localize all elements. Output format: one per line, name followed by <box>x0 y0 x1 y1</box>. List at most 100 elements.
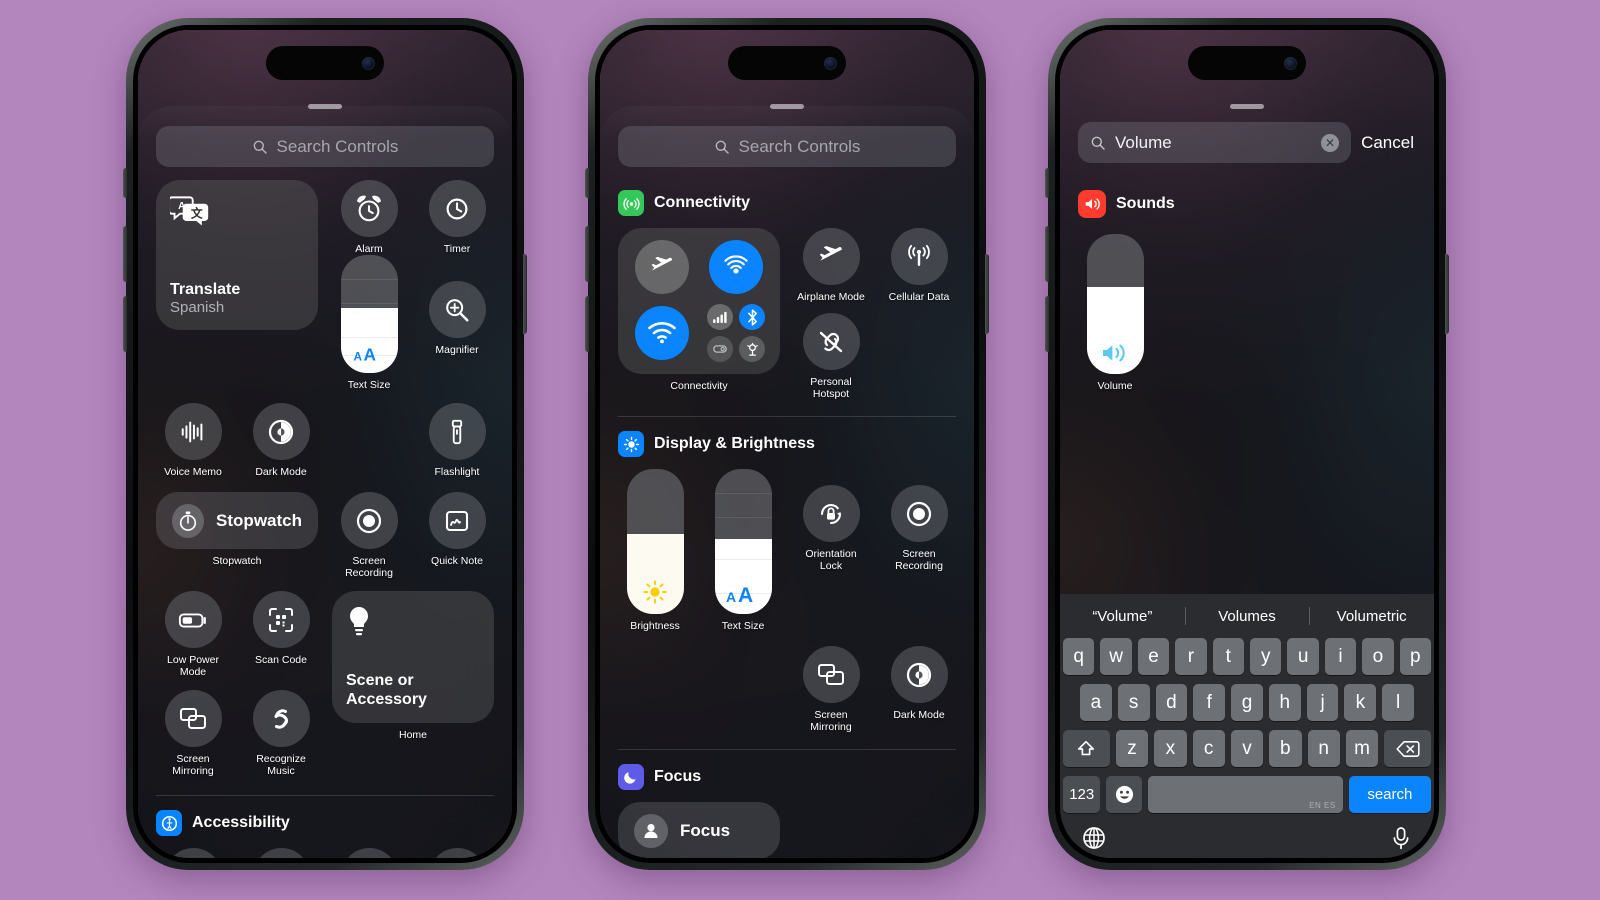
alarm-circle[interactable] <box>340 180 398 237</box>
control-connectivity-module[interactable]: Connectivity <box>618 228 780 392</box>
control-scan-code[interactable]: Scan Code <box>244 591 318 666</box>
key-e[interactable]: e <box>1137 638 1170 675</box>
key-p[interactable]: p <box>1399 638 1432 675</box>
control-quick-note[interactable]: Quick Note <box>420 492 494 567</box>
control-guided-access[interactable] <box>332 848 406 858</box>
text-size-slider[interactable]: A A <box>714 469 772 614</box>
suggestion-0[interactable]: “Volume” <box>1060 608 1185 625</box>
search-input[interactable]: Search Controls <box>156 126 494 167</box>
key-u[interactable]: u <box>1287 638 1319 675</box>
cellular-toggle[interactable] <box>707 304 733 330</box>
control-screen-mirroring[interactable]: Screen Mirroring <box>156 690 230 777</box>
control-alarm[interactable]: Alarm <box>332 180 406 255</box>
accessibility-shortcuts-circle[interactable] <box>164 848 222 858</box>
globe-key[interactable] <box>1082 826 1106 850</box>
wifi-toggle[interactable] <box>635 306 689 360</box>
space-key[interactable]: EN ES <box>1148 776 1343 813</box>
control-text-size[interactable]: A A Text Size <box>332 255 406 391</box>
control-dark-mode[interactable]: Dark Mode <box>882 646 956 721</box>
key-m[interactable]: m <box>1345 730 1379 767</box>
text-size-slider[interactable]: A A <box>340 255 398 373</box>
silent-switch[interactable] <box>123 168 127 198</box>
power-button[interactable] <box>523 254 527 334</box>
volume-up-button[interactable] <box>585 226 589 282</box>
search-input[interactable]: Search Controls <box>618 126 956 167</box>
key-s[interactable]: s <box>1117 684 1150 721</box>
control-volume[interactable]: Volume <box>1078 234 1152 392</box>
key-a[interactable]: a <box>1079 684 1112 721</box>
control-dark-mode[interactable]: Dark Mode <box>244 403 318 478</box>
numbers-key[interactable]: 123 <box>1063 776 1101 813</box>
volume-down-button[interactable] <box>123 296 127 352</box>
guided-access-circle[interactable] <box>340 848 398 858</box>
volume-up-button[interactable] <box>1045 226 1049 282</box>
bluetooth-toggle[interactable] <box>739 304 765 330</box>
key-v[interactable]: v <box>1230 730 1264 767</box>
key-w[interactable]: w <box>1100 638 1132 675</box>
airplane-mode-toggle[interactable] <box>635 240 689 294</box>
search-input[interactable]: Volume ✕ <box>1078 122 1352 163</box>
control-stopwatch[interactable]: Stopwatch Stopwatch <box>156 492 318 567</box>
control-timer[interactable]: Timer <box>420 180 494 255</box>
key-o[interactable]: o <box>1362 638 1394 675</box>
volume-down-button[interactable] <box>1045 296 1049 352</box>
magnifier-circle[interactable] <box>428 281 486 338</box>
key-c[interactable]: c <box>1192 730 1225 767</box>
cancel-button[interactable]: Cancel <box>1361 133 1416 153</box>
key-n[interactable]: n <box>1307 730 1340 767</box>
suggestion-1[interactable]: Volumes <box>1185 608 1310 625</box>
key-h[interactable]: h <box>1268 684 1301 721</box>
control-magnifier[interactable]: Magnifier <box>420 281 494 356</box>
sheet-grabber[interactable] <box>770 104 804 109</box>
backspace-key[interactable] <box>1384 730 1432 767</box>
control-accessibility-shortcuts[interactable] <box>156 848 230 858</box>
control-cellular-data[interactable]: Cellular Data <box>882 228 956 303</box>
control-screen-recording[interactable]: Screen Recording <box>332 492 406 579</box>
key-z[interactable]: z <box>1115 730 1149 767</box>
volume-down-button[interactable] <box>585 296 589 352</box>
key-y[interactable]: y <box>1250 638 1282 675</box>
key-b[interactable]: b <box>1269 730 1302 767</box>
power-button[interactable] <box>985 254 989 334</box>
emoji-key[interactable] <box>1106 776 1142 813</box>
control-home-scene[interactable]: Scene or Accessory Home <box>332 591 494 741</box>
key-x[interactable]: x <box>1154 730 1187 767</box>
dark-mode-circle[interactable] <box>252 403 310 460</box>
screen-mirroring-circle[interactable] <box>802 646 860 703</box>
shift-key[interactable] <box>1062 730 1110 767</box>
key-f[interactable]: f <box>1193 684 1226 721</box>
key-t[interactable]: t <box>1212 638 1244 675</box>
silent-switch[interactable] <box>1045 168 1049 198</box>
satellite-toggle[interactable] <box>739 336 765 362</box>
dark-mode-circle[interactable] <box>890 646 948 703</box>
suggestion-2[interactable]: Volumetric <box>1309 608 1434 625</box>
recognize-music-circle[interactable] <box>252 690 310 747</box>
stopwatch-pill[interactable]: Stopwatch <box>156 492 318 549</box>
personal-hotspot-circle[interactable] <box>802 313 860 370</box>
control-brightness[interactable]: Brightness <box>618 469 692 632</box>
control-personal-hotspot[interactable]: Personal Hotspot <box>794 313 868 400</box>
scan-code-circle[interactable] <box>252 591 310 648</box>
control-keyboard-audio[interactable] <box>420 848 494 858</box>
orientation-lock-circle[interactable] <box>802 485 860 542</box>
airdrop-toggle[interactable] <box>709 240 763 294</box>
key-k[interactable]: k <box>1344 684 1377 721</box>
control-screen-recording[interactable]: Screen Recording <box>882 485 956 572</box>
control-voice-memo[interactable]: Voice Memo <box>156 403 230 478</box>
volume-slider[interactable] <box>1086 234 1144 374</box>
key-i[interactable]: i <box>1324 638 1357 675</box>
control-screen-mirroring[interactable]: Screen Mirroring <box>794 646 868 733</box>
volume-up-button[interactable] <box>123 226 127 282</box>
quick-note-circle[interactable] <box>428 492 486 549</box>
control-airplane-mode[interactable]: Airplane Mode <box>794 228 868 303</box>
flashlight-circle[interactable] <box>428 403 486 460</box>
screen-recording-circle[interactable] <box>340 492 398 549</box>
key-r[interactable]: r <box>1175 638 1207 675</box>
key-j[interactable]: j <box>1306 684 1339 721</box>
timer-circle[interactable] <box>428 180 486 237</box>
sheet-grabber[interactable] <box>308 104 342 109</box>
low-power-circle[interactable] <box>164 591 222 648</box>
key-l[interactable]: l <box>1382 684 1415 721</box>
vpn-toggle[interactable] <box>707 336 733 362</box>
control-flashlight[interactable]: Flashlight <box>420 403 494 478</box>
